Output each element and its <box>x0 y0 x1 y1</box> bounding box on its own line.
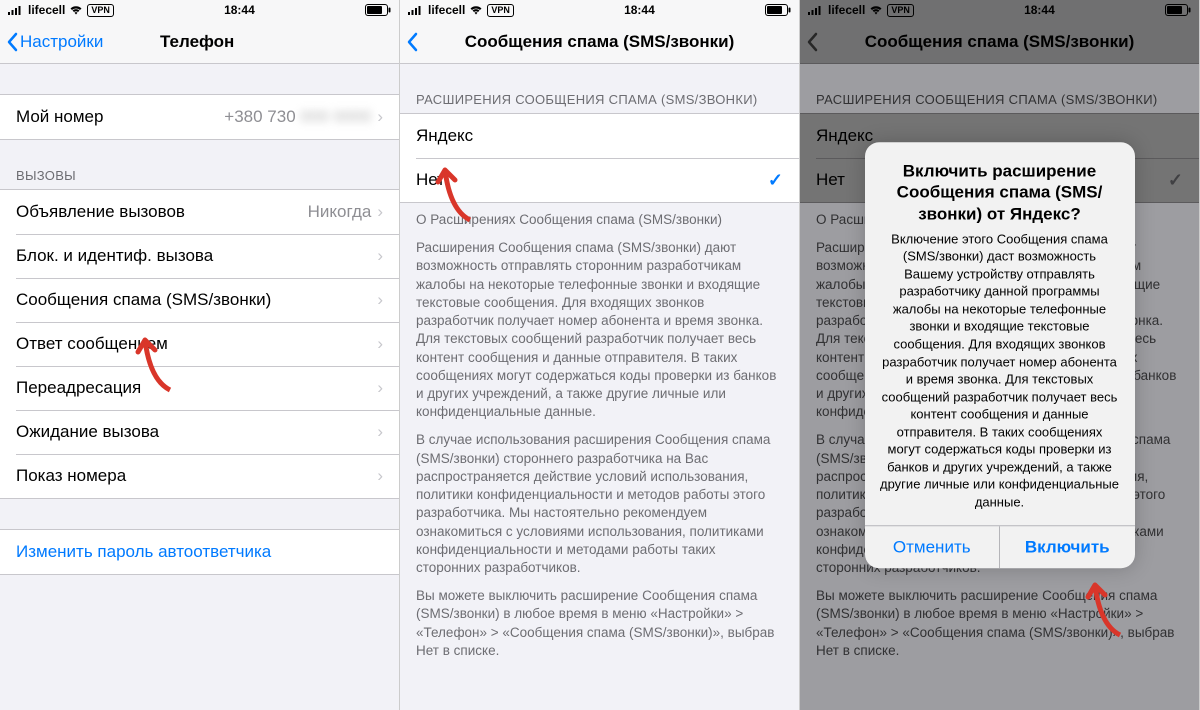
nav-bar: Настройки Телефон <box>0 20 399 64</box>
row-caller-id[interactable]: Показ номера › <box>0 454 399 498</box>
chevron-left-icon <box>406 32 418 52</box>
row-voicemail-password[interactable]: Изменить пароль автоответчика <box>0 530 399 574</box>
carrier-label: lifecell <box>28 3 65 17</box>
signal-icon <box>8 5 24 15</box>
alert-cancel-button[interactable]: Отменить <box>865 526 1000 568</box>
option-none[interactable]: Нет ✓ <box>400 158 799 202</box>
chevron-right-icon: › <box>377 422 383 442</box>
alert-message: Включение этого Сообщения спама (SMS/зво… <box>879 230 1121 511</box>
extensions-header: РАСШИРЕНИЯ СООБЩЕНИЯ СПАМА (SMS/ЗВОНКИ) <box>400 86 799 113</box>
about-para-1: Расширения Сообщения спама (SMS/звонки) … <box>416 239 783 421</box>
about-para-3: Вы можете выключить расширение Сообщения… <box>416 587 783 660</box>
my-number-value: +380 730 000 0000 <box>224 107 371 127</box>
nav-title: Телефон <box>120 32 234 52</box>
row-spam-messages[interactable]: Сообщения спама (SMS/звонки) › <box>0 278 399 322</box>
chevron-right-icon: › <box>377 246 383 266</box>
alert-enable-button[interactable]: Включить <box>999 526 1135 568</box>
row-reply-message[interactable]: Ответ сообщением › <box>0 322 399 366</box>
screen-phone-settings: lifecell VPN 18:44 Настройки Телефон Мой… <box>0 0 400 710</box>
battery-icon <box>365 4 391 16</box>
status-bar: lifecell VPN 18:44 <box>0 0 399 20</box>
alert-dialog: Включить расширение Сообщения спама (SMS… <box>865 142 1135 568</box>
chevron-left-icon <box>6 32 18 52</box>
content: РАСШИРЕНИЯ СООБЩЕНИЯ СПАМА (SMS/ЗВОНКИ) … <box>400 86 799 678</box>
chevron-right-icon: › <box>377 334 383 354</box>
chevron-right-icon: › <box>377 107 383 127</box>
vpn-icon: VPN <box>87 4 114 17</box>
content: Мой номер +380 730 000 0000 › ВЫЗОВЫ Объ… <box>0 64 399 575</box>
row-call-waiting[interactable]: Ожидание вызова › <box>0 410 399 454</box>
chevron-right-icon: › <box>377 202 383 222</box>
nav-title: Сообщения спама (SMS/звонки) <box>400 32 799 52</box>
alert-title: Включить расширение Сообщения спама (SMS… <box>879 160 1121 224</box>
status-time: 18:44 <box>624 3 655 17</box>
option-yandex[interactable]: Яндекс <box>400 114 799 158</box>
wifi-icon <box>69 5 83 15</box>
chevron-right-icon: › <box>377 466 383 486</box>
row-call-forward[interactable]: Переадресация › <box>0 366 399 410</box>
footer-text: О Расширениях Сообщения спама (SMS/звонк… <box>400 203 799 678</box>
row-call-announce[interactable]: Объявление вызовов Никогда › <box>0 190 399 234</box>
back-button[interactable]: Настройки <box>0 32 103 52</box>
about-para-2: В случае использования расширения Сообще… <box>416 431 783 577</box>
back-label: Настройки <box>20 32 103 52</box>
screen-spam-alert: lifecell VPN 18:44 Сообщения спама (SMS/… <box>800 0 1200 710</box>
carrier-label: lifecell <box>428 3 465 17</box>
vpn-icon: VPN <box>487 4 514 17</box>
nav-bar: Сообщения спама (SMS/звонки) <box>400 20 799 64</box>
row-my-number[interactable]: Мой номер +380 730 000 0000 › <box>0 95 399 139</box>
calls-header: ВЫЗОВЫ <box>0 162 399 189</box>
status-bar: lifecell VPN 18:44 <box>400 0 799 20</box>
back-button[interactable] <box>400 32 418 52</box>
chevron-right-icon: › <box>377 378 383 398</box>
my-number-label: Мой номер <box>16 107 224 127</box>
row-block-identify[interactable]: Блок. и идентиф. вызова › <box>0 234 399 278</box>
status-time: 18:44 <box>224 3 255 17</box>
about-header: О Расширениях Сообщения спама (SMS/звонк… <box>416 211 783 229</box>
battery-icon <box>765 4 791 16</box>
screen-spam-extensions: lifecell VPN 18:44 Сообщения спама (SMS/… <box>400 0 800 710</box>
wifi-icon <box>469 5 483 15</box>
signal-icon <box>408 5 424 15</box>
chevron-right-icon: › <box>377 290 383 310</box>
checkmark-icon: ✓ <box>768 170 783 191</box>
